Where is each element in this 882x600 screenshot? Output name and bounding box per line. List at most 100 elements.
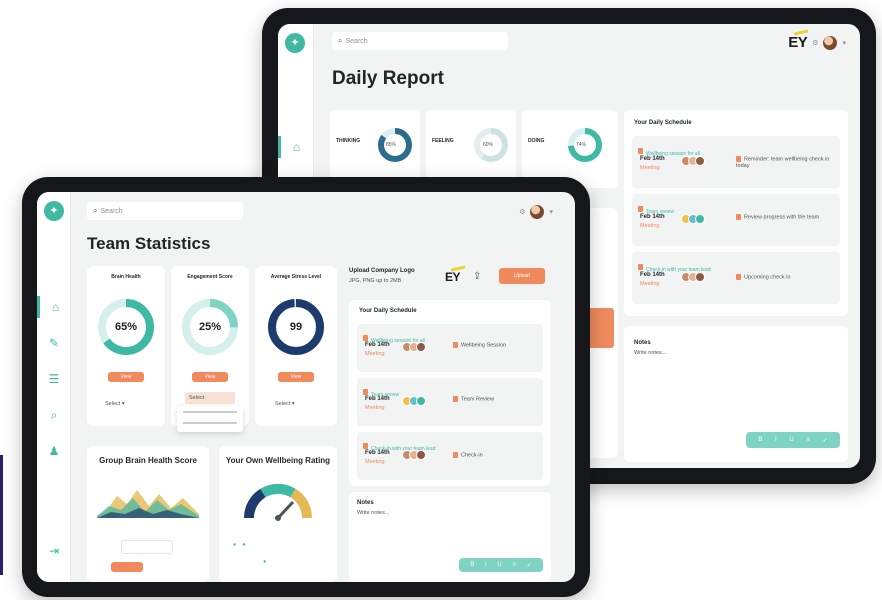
logout-icon[interactable]: ⇥: [37, 540, 71, 562]
notes-input[interactable]: Write notes...: [634, 350, 666, 357]
marketing-stage: ✦ ⌂ ⌕ Search EY ⚙ ▾ Daily Report THINKING: [0, 0, 882, 600]
schedule-item[interactable]: Wellbeing session for all Feb 14th Meeti…: [632, 136, 840, 188]
schedule-task: Check-in: [461, 452, 483, 459]
schedule-item[interactable]: Check-in with your team lead Feb 14th Me…: [632, 252, 840, 304]
select-dropdown[interactable]: Select ▾: [275, 401, 295, 408]
italic-icon[interactable]: I: [775, 437, 777, 443]
save-icon[interactable]: ✓: [527, 562, 532, 569]
schedule-sub: Meeting: [640, 223, 660, 229]
schedule-task: Wellbeing Session: [461, 342, 507, 349]
italic-icon[interactable]: I: [485, 562, 487, 568]
search-input[interactable]: ⌕ Search: [332, 32, 508, 50]
schedule-card: Your Daily Schedule Wellbeing session fo…: [349, 300, 551, 486]
front-tablet: ✦ ⌂ ✎ ☰ ⌕ ♟ ⇥ ⌕ Search ⚙ ▾ Team Statistic…: [22, 177, 590, 597]
list-icon[interactable]: ≡: [512, 562, 516, 568]
ey-logo-text: EY: [445, 270, 461, 284]
decorative-edge-line: [0, 455, 3, 575]
view-button[interactable]: [111, 562, 143, 572]
metric-label: THINKING: [336, 138, 361, 144]
stat-value: 65%: [114, 321, 138, 333]
attendee-avatars: [402, 342, 426, 352]
schedule-title: Your Daily Schedule: [634, 120, 692, 126]
wellbeing-title: Your Own Wellbeing Rating: [225, 456, 331, 465]
stat-value: 25%: [198, 321, 222, 333]
notes-card: Notes Write notes... B I U ≡ ✓: [624, 326, 848, 462]
upload-button[interactable]: Upload: [499, 268, 545, 284]
schedule-item[interactable]: Wellbeing session for all Feb 14th Meeti…: [357, 324, 543, 372]
underline-icon[interactable]: U: [789, 437, 793, 443]
select-dropdown-open[interactable]: Select: [185, 392, 235, 404]
notes-card: Notes Write notes... B I U ≡ ✓: [349, 492, 551, 582]
schedule-title: Your Daily Schedule: [359, 308, 417, 314]
schedule-time: Feb 14th: [640, 214, 665, 220]
schedule-task: Team Review: [461, 396, 495, 403]
ey-logo: EY: [788, 29, 809, 51]
list-icon[interactable]: ☰: [37, 368, 71, 390]
list-icon[interactable]: ≡: [806, 437, 810, 443]
notes-toolbar[interactable]: B I U ≡ ✓: [746, 432, 840, 448]
notes-title: Notes: [357, 500, 374, 506]
ey-logo: EY: [445, 265, 465, 284]
select-dropdown[interactable]: Select ▾: [105, 401, 125, 408]
bold-icon[interactable]: B: [470, 562, 474, 568]
schedule-time: Feb 14th: [640, 156, 665, 162]
wellbeing-gauge: [243, 483, 313, 521]
page-title: Daily Report: [332, 68, 444, 89]
stat-card: Average Stress Level 99 View Select ▾: [255, 266, 337, 426]
front-sidebar: ✦ ⌂ ✎ ☰ ⌕ ♟ ⇥: [37, 192, 71, 582]
stat-card: Brain Health 65% View Select ▾: [87, 266, 165, 426]
attendee-avatars: [402, 396, 426, 406]
avatar[interactable]: [530, 205, 545, 219]
gauge-legend: ● ● ●: [233, 542, 267, 565]
schedule-item[interactable]: Team review Feb 14th Meeting Team Review: [357, 378, 543, 426]
stat-value: 99: [289, 321, 303, 333]
schedule-sub: Meeting: [640, 165, 660, 171]
brain-title: Group Brain Health Score: [99, 456, 197, 465]
notes-toolbar[interactable]: B I U ≡ ✓: [459, 558, 543, 572]
underline-icon[interactable]: U: [497, 562, 501, 568]
brain-health-card: Group Brain Health Score: [87, 446, 209, 582]
page-title: Team Statistics: [87, 234, 211, 253]
stat-label: Average Stress Level: [270, 274, 322, 280]
search-input[interactable]: ⌕ Search: [87, 202, 243, 220]
schedule-sub: Meeting: [365, 351, 385, 357]
back-topbar-right: EY ⚙ ▾: [788, 29, 846, 51]
settings-icon[interactable]: ⚙: [812, 39, 818, 47]
select-value: Select: [189, 395, 205, 401]
avatar[interactable]: [823, 35, 838, 50]
home-icon[interactable]: ⌂: [278, 136, 312, 158]
bold-icon[interactable]: B: [758, 437, 762, 443]
app-logo-icon[interactable]: ✦: [285, 33, 305, 53]
metric-label: DOING: [528, 138, 545, 144]
app-logo-icon[interactable]: ✦: [44, 201, 64, 221]
ey-logo-text: EY: [788, 34, 808, 51]
view-button[interactable]: View: [278, 372, 314, 382]
metric-value: 60%: [483, 142, 494, 148]
user-menu-chevron-icon[interactable]: ▾: [549, 208, 553, 216]
schedule-item[interactable]: Team review Feb 14th Meeting Review prog…: [632, 194, 840, 246]
user-icon[interactable]: ♟: [37, 440, 71, 462]
stat-card: Engagement Score 25% View Select: [171, 266, 249, 432]
pen-icon[interactable]: ✎: [37, 332, 71, 354]
search-icon: ⌕: [93, 206, 98, 215]
search-nav-icon[interactable]: ⌕: [37, 404, 71, 426]
notes-input[interactable]: Write notes...: [357, 510, 389, 517]
date-select[interactable]: [121, 540, 173, 554]
schedule-item[interactable]: Check-in with your team lead Feb 14th Me…: [357, 432, 543, 480]
view-button[interactable]: View: [108, 372, 144, 382]
upload-icon[interactable]: ⇪: [473, 271, 481, 282]
front-topbar-right: ⚙ ▾: [519, 205, 553, 219]
metric-value: 74%: [576, 142, 587, 148]
user-menu-chevron-icon[interactable]: ▾: [842, 39, 846, 47]
settings-icon[interactable]: ⚙: [519, 208, 525, 216]
view-button[interactable]: View: [192, 372, 228, 382]
wellbeing-card: Your Own Wellbeing Rating ● ● ●: [219, 446, 337, 582]
select-value: Select: [105, 401, 121, 407]
attendee-avatars: [681, 272, 705, 282]
brain-area-chart: [97, 490, 199, 518]
save-icon[interactable]: ✓: [823, 437, 828, 444]
home-icon[interactable]: ⌂: [37, 296, 71, 318]
notes-title: Notes: [634, 340, 651, 346]
dropdown-menu[interactable]: [177, 406, 243, 432]
schedule-time: Feb 14th: [365, 342, 390, 348]
